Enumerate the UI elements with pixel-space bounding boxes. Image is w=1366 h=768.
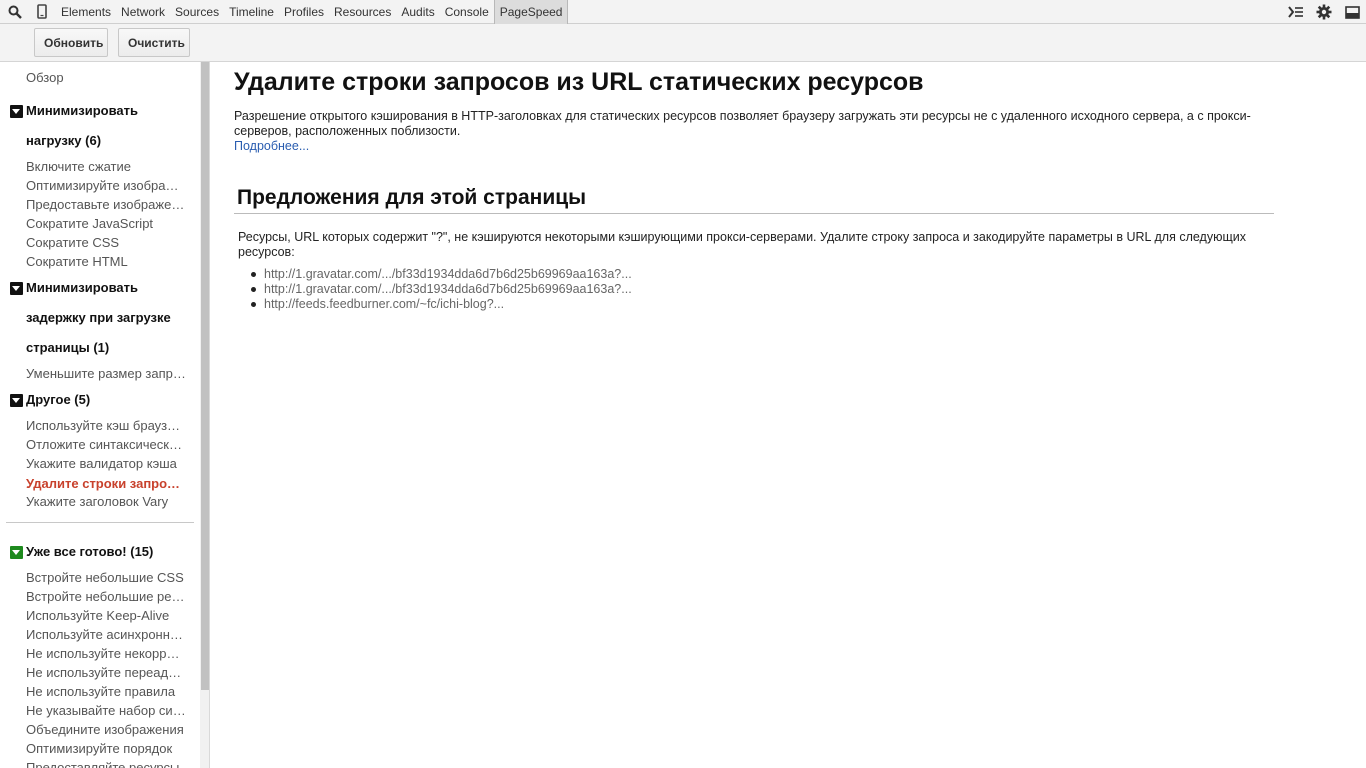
sidebar-rule-item[interactable]: Включите сжатие xyxy=(26,159,186,175)
dock-icon[interactable] xyxy=(1338,0,1366,24)
sidebar-rule-item[interactable]: Укажите заголовок Vary xyxy=(26,494,186,510)
tab-sources[interactable]: Sources xyxy=(170,0,224,24)
sidebar-rule-item[interactable]: Оптимизируйте изображения xyxy=(26,178,186,194)
tab-timeline[interactable]: Timeline xyxy=(224,0,279,24)
resource-url[interactable]: http://1.gravatar.com/.../bf33d1934dda6d… xyxy=(251,282,632,297)
rule-description: Разрешение открытого кэширования в HTTP-… xyxy=(234,109,1251,138)
console-drawer-icon[interactable] xyxy=(1282,0,1310,24)
section-divider xyxy=(234,213,1274,214)
tab-profiles[interactable]: Profiles xyxy=(279,0,329,24)
sidebar-rule-item[interactable]: Объедините изображения xyxy=(26,722,186,738)
category-title[interactable]: задержку при загрузке xyxy=(26,310,171,326)
tab-console[interactable]: Console xyxy=(440,0,494,24)
tab-audits[interactable]: Audits xyxy=(396,0,439,24)
tabbar-right-controls xyxy=(1282,0,1366,24)
suggestions-text: Ресурсы, URL которых содержит "?", не кэ… xyxy=(238,230,1246,259)
tab-elements[interactable]: Elements xyxy=(56,0,116,24)
clear-button[interactable]: Очистить xyxy=(118,28,190,57)
tab-resources[interactable]: Resources xyxy=(329,0,396,24)
sidebar-rule-item[interactable]: Не используйте некорректные xyxy=(26,646,186,662)
sidebar-scrollbar[interactable] xyxy=(200,62,209,768)
sidebar-rule-item[interactable]: Не используйте правила xyxy=(26,684,186,700)
collapse-arrow-icon[interactable] xyxy=(10,105,23,118)
category-title[interactable]: Минимизировать xyxy=(26,103,138,119)
sidebar-rule-item[interactable]: Встройте небольшие ресурсы xyxy=(26,589,186,605)
sidebar-rule-item[interactable]: Используйте Keep-Alive xyxy=(26,608,186,624)
resource-url[interactable]: http://1.gravatar.com/.../bf33d1934dda6d… xyxy=(251,267,632,282)
resource-url[interactable]: http://feeds.feedburner.com/~fc/ichi-blo… xyxy=(251,297,632,312)
gear-icon[interactable] xyxy=(1310,0,1338,24)
pagespeed-toolbar: Обновить Очистить xyxy=(0,24,1366,62)
learn-more-link[interactable]: Подробнее... xyxy=(234,139,309,153)
sidebar-rule-item[interactable]: Не указывайте набор символов xyxy=(26,703,186,719)
category-title[interactable]: Другое (5) xyxy=(26,392,90,408)
sidebar-rule-item[interactable]: Укажите валидатор кэша xyxy=(26,456,186,472)
sidebar-rule-item[interactable]: Отложите синтаксический анализ xyxy=(26,437,186,453)
category-title[interactable]: Минимизировать xyxy=(26,280,138,296)
sidebar-rule-item[interactable]: Сократите CSS xyxy=(26,235,186,251)
rules-sidebar: Обзор Минимизировать нагрузку (6) Включи… xyxy=(0,62,210,768)
sidebar-rule-item[interactable]: Используйте кэш браузера xyxy=(26,418,186,434)
sidebar-item-overview[interactable]: Обзор xyxy=(26,70,186,86)
sidebar-rule-item[interactable]: Предоставляйте ресурсы xyxy=(26,760,186,768)
category-title[interactable]: нагрузку (6) xyxy=(26,133,101,149)
device-mode-icon[interactable] xyxy=(30,0,54,24)
sidebar-rule-item[interactable]: Уменьшите размер запроса xyxy=(26,366,186,382)
rule-details: Удалите строки запросов из URL статическ… xyxy=(211,62,1366,768)
sidebar-divider xyxy=(6,522,194,523)
tab-pagespeed[interactable]: PageSpeed xyxy=(493,0,569,24)
search-icon[interactable] xyxy=(0,0,30,24)
refresh-button[interactable]: Обновить xyxy=(34,28,108,57)
sidebar-rule-item[interactable]: Предоставьте изображения xyxy=(26,197,186,213)
sidebar-rule-item[interactable]: Встройте небольшие CSS xyxy=(26,570,186,586)
collapse-arrow-icon[interactable] xyxy=(10,546,23,559)
category-title[interactable]: Уже все готово! (15) xyxy=(26,544,153,560)
collapse-arrow-icon[interactable] xyxy=(10,394,23,407)
devtools-tabbar: Elements Network Sources Timeline Profil… xyxy=(0,0,1366,24)
sidebar-rule-item[interactable]: Сократите HTML xyxy=(26,254,186,270)
sidebar-rule-item[interactable]: Сократите JavaScript xyxy=(26,216,186,232)
collapse-arrow-icon[interactable] xyxy=(10,282,23,295)
page-title: Удалите строки запросов из URL статическ… xyxy=(234,68,924,96)
sidebar-rule-item[interactable]: Оптимизируйте порядок xyxy=(26,741,186,757)
scrollbar-thumb[interactable] xyxy=(201,62,209,690)
resource-url-list: http://1.gravatar.com/.../bf33d1934dda6d… xyxy=(251,267,632,312)
suggestions-title: Предложения для этой страницы xyxy=(237,186,587,209)
sidebar-rule-item[interactable]: Не используйте переадресации xyxy=(26,665,186,681)
category-title[interactable]: страницы (1) xyxy=(26,340,109,356)
tab-network[interactable]: Network xyxy=(116,0,170,24)
sidebar-rule-item-active[interactable]: Удалите строки запросов xyxy=(26,476,186,492)
sidebar-rule-item[interactable]: Используйте асинхронные xyxy=(26,627,186,643)
